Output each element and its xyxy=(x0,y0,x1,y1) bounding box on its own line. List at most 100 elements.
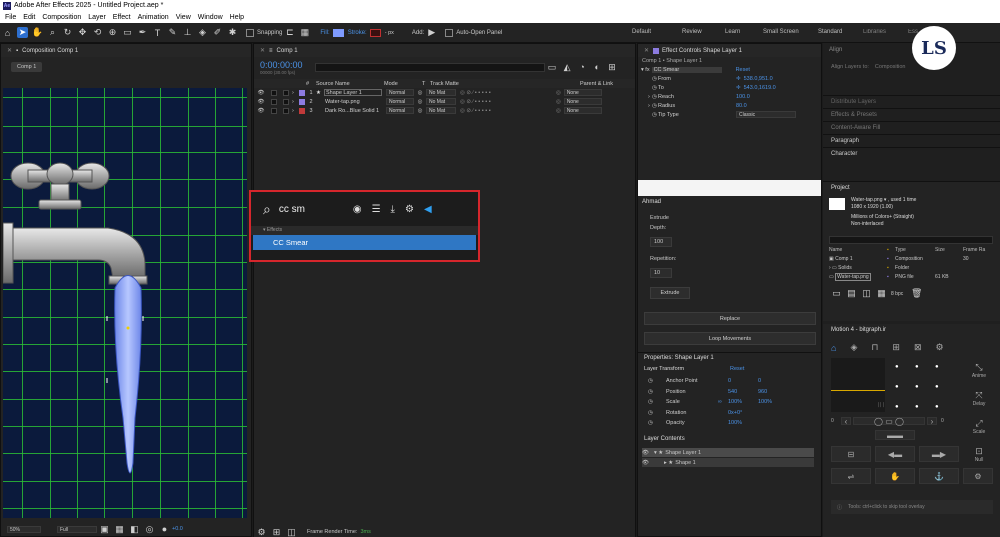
stopwatch-icon[interactable]: ◷ xyxy=(648,420,666,426)
parent-dropdown[interactable]: None xyxy=(563,107,602,114)
motion-grid-icon[interactable]: ⊞ xyxy=(892,342,900,353)
hand-tool-icon[interactable]: ✋ xyxy=(32,27,43,38)
composition-viewer[interactable] xyxy=(3,88,247,518)
project-item[interactable]: › ▭ Solids ▪ Folder xyxy=(829,265,993,271)
menu-icon[interactable]: ≡ xyxy=(269,48,273,54)
camera-snapshot-icon[interactable]: ◎ xyxy=(144,524,155,535)
comp-tab[interactable]: Comp 1 xyxy=(11,62,43,72)
auto-open-checkbox[interactable] xyxy=(445,28,454,37)
eraser-tool-icon[interactable]: ◈ xyxy=(197,27,208,38)
gear-icon[interactable]: ⚙ xyxy=(405,204,414,215)
resolution-dropdown[interactable]: Full xyxy=(57,525,97,533)
puppet-tool-icon[interactable]: ✱ xyxy=(227,27,238,38)
list-icon[interactable]: ☰ xyxy=(372,204,381,215)
interpret-icon[interactable]: ▭ xyxy=(831,288,842,299)
stopwatch-icon[interactable]: ◷ xyxy=(648,410,666,416)
workspace-default[interactable]: Default xyxy=(632,29,682,35)
parent-dropdown[interactable]: None xyxy=(563,89,602,96)
selection-tool-icon[interactable]: ➤ xyxy=(17,27,28,38)
bpc-readout[interactable]: 8 bpc xyxy=(891,291,903,297)
layer-name[interactable]: Dark Ro...Blue Solid 1 xyxy=(324,108,382,114)
motion-action-1[interactable]: ⊟ xyxy=(831,446,871,462)
stopwatch-icon[interactable]: ◷ xyxy=(648,378,666,384)
anime-button[interactable]: ⤡ Anime xyxy=(965,362,993,379)
roto-tool-icon[interactable]: ✐ xyxy=(212,27,223,38)
motion-action-7[interactable]: ⚙ xyxy=(963,468,993,484)
workspace-libraries[interactable]: Libraries xyxy=(863,29,908,35)
project-search-input[interactable] xyxy=(829,236,993,244)
workspace-standard[interactable]: Standard xyxy=(818,29,863,35)
track-matte-dropdown[interactable]: No Mat xyxy=(426,89,456,96)
section-paragraph[interactable]: Paragraph xyxy=(823,134,1000,147)
motion-blur-icon[interactable]: ◐ xyxy=(592,62,603,73)
content-row[interactable]: 👁 ▸ ★ Shape 1 xyxy=(642,458,814,467)
menu-file[interactable]: File xyxy=(5,14,16,21)
section-effects-presets[interactable]: Effects & Presets xyxy=(823,108,1000,121)
eye-icon[interactable]: 👁 xyxy=(254,99,268,105)
menu-layer[interactable]: Layer xyxy=(88,14,106,21)
graph-editor-icon[interactable]: ⊞ xyxy=(607,62,618,73)
render-time-icon[interactable]: ⚙ xyxy=(256,527,267,537)
mode-dropdown[interactable]: Normal xyxy=(386,89,414,96)
layer-row[interactable]: 👁 › 2 Water-tap.png Normal ◎ No Mat ◎ ⊘ … xyxy=(254,97,635,106)
shy-icon[interactable]: ◔ xyxy=(577,62,588,73)
crosshair-icon[interactable]: ✛ xyxy=(736,76,741,82)
search-result-item[interactable]: CC Smear xyxy=(253,235,476,250)
type-tool-icon[interactable]: T xyxy=(152,27,163,38)
section-character[interactable]: Character xyxy=(823,147,1000,160)
workspace-learn[interactable]: Learn xyxy=(725,29,763,35)
new-folder-icon[interactable]: ▤ xyxy=(846,288,857,299)
workspace-review[interactable]: Review xyxy=(682,29,725,35)
align-target-dropdown[interactable]: Composition xyxy=(875,64,906,70)
content-row[interactable]: 👁 ▾ ★ Shape Layer 1 xyxy=(642,448,814,457)
close-icon[interactable]: ✕ xyxy=(7,47,12,54)
easing-stepper[interactable]: 0 ‹ ◯ ▭ ◯ › 0 xyxy=(831,416,959,426)
keyframe-bar[interactable]: ▬▬ xyxy=(875,430,915,440)
extrude-button[interactable]: Extrude xyxy=(650,287,690,299)
motion-drop-icon[interactable]: ◈ xyxy=(850,342,857,353)
effect-name[interactable]: CC Smear xyxy=(651,66,722,73)
stroke-width[interactable]: - px xyxy=(385,30,394,36)
scale-button[interactable]: ⤢ Scale xyxy=(965,418,993,435)
new-comp-icon[interactable]: ◫ xyxy=(861,288,872,299)
stopwatch-icon[interactable]: ◷ xyxy=(648,399,666,405)
color-channel-icon[interactable]: ● xyxy=(159,524,170,535)
tip-type-dropdown[interactable]: Classic xyxy=(736,111,796,118)
layer-row[interactable]: 👁 › 1 ★ Shape Layer 1 Normal ◎ No Mat ◎ … xyxy=(254,88,635,97)
layer-name[interactable]: Water-tap.png xyxy=(324,99,382,105)
snap-grid-icon[interactable]: ▦ xyxy=(299,27,310,38)
composition-mini-icon[interactable]: ▭ xyxy=(547,62,558,73)
link-icon[interactable]: ∞ xyxy=(718,399,728,405)
rectangle-tool-icon[interactable]: ▭ xyxy=(122,27,133,38)
eye-icon[interactable]: 👁 xyxy=(254,108,268,114)
stopwatch-icon[interactable]: ◷ xyxy=(648,389,666,395)
zoom-dropdown[interactable]: 50% xyxy=(7,525,41,533)
replace-button[interactable]: Replace xyxy=(644,312,816,325)
menu-window[interactable]: Window xyxy=(198,14,223,21)
snapping-checkbox[interactable] xyxy=(246,28,254,37)
motion-action-2[interactable]: ◀▬ xyxy=(875,446,915,462)
motion-action-5[interactable]: ✋ xyxy=(875,468,915,484)
mask-icon[interactable]: ◧ xyxy=(129,524,140,535)
orbit-tool-icon[interactable]: ↻ xyxy=(62,27,73,38)
motion-action-3[interactable]: ▬▶ xyxy=(919,446,959,462)
layer-name[interactable]: Shape Layer 1 xyxy=(324,89,382,96)
download-icon[interactable]: ⤓ xyxy=(391,204,395,215)
composition-flowchart-icon[interactable]: ⊞ xyxy=(271,527,282,537)
loop-movements-button[interactable]: Loop Movements xyxy=(644,332,816,345)
depth-input[interactable]: 100 xyxy=(650,237,672,247)
move-tool-icon[interactable]: ✥ xyxy=(77,27,88,38)
motion-pin-icon[interactable]: ⊓ xyxy=(871,342,878,353)
menu-composition[interactable]: Composition xyxy=(42,14,81,21)
mode-dropdown[interactable]: Normal xyxy=(386,98,414,105)
label-color[interactable] xyxy=(299,107,305,114)
draft-3d-icon[interactable]: ◭ xyxy=(562,62,573,73)
layer-row[interactable]: 👁 › 3 Dark Ro...Blue Solid 1 Normal ◎ No… xyxy=(254,106,635,115)
effect-reset-link[interactable]: Reset xyxy=(736,67,750,73)
motion-settings-icon[interactable]: ⚙ xyxy=(935,342,943,353)
motion-action-6[interactable]: ⚓ xyxy=(919,468,959,484)
search-input[interactable]: cc sm xyxy=(279,204,341,215)
pen-tool-icon[interactable]: ✒ xyxy=(137,27,148,38)
parent-dropdown[interactable]: None xyxy=(563,98,602,105)
transform-reset-link[interactable]: Reset xyxy=(730,366,744,372)
